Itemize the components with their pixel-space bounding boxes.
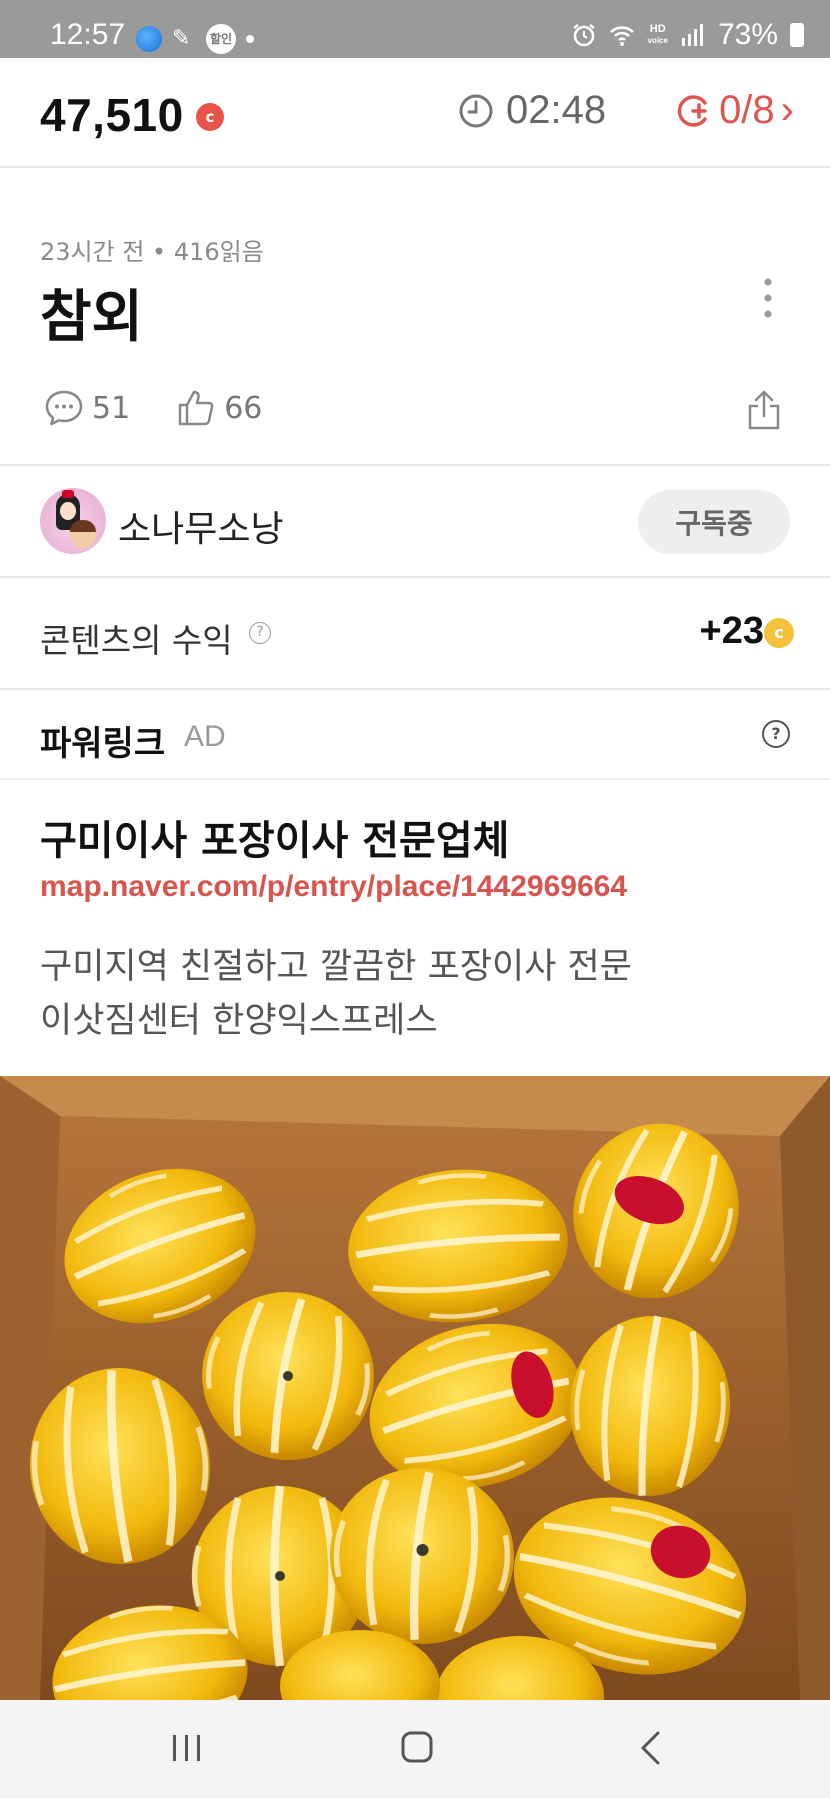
reward-counter[interactable]: 0/8 › (675, 88, 794, 133)
comment-icon (45, 390, 83, 426)
article-title: 참외 (40, 285, 144, 350)
coin-icon: c (196, 103, 224, 131)
article-stats: 51 66 (44, 388, 308, 428)
author-row: 소나무소낭 구독중 (0, 466, 830, 578)
help-icon[interactable]: ? (249, 622, 271, 644)
article-photo[interactable] (0, 1076, 830, 1700)
timer-value: 02:48 (506, 88, 607, 132)
status-bar: 12:57 ✎ 할인 HD voice 73% (0, 0, 830, 58)
battery-icon (790, 23, 804, 47)
coin-icon: c (764, 618, 794, 648)
status-time: 12:57 (50, 18, 126, 51)
globe-icon (136, 26, 162, 52)
back-icon[interactable] (638, 1730, 662, 1766)
comment-count: 51 (92, 390, 131, 426)
home-icon[interactable] (400, 1730, 434, 1764)
system-nav-bar (0, 1700, 830, 1798)
battery-percent: 73% (717, 18, 778, 51)
ad-title[interactable]: 구미이사 포장이사 전문업체 (40, 808, 509, 866)
thumbs-up-icon (178, 390, 214, 426)
like-count: 66 (224, 390, 263, 426)
powerlink-title: 파워링크 (40, 724, 166, 764)
status-right-icons: HD voice 73% (571, 18, 804, 52)
ad-label: AD (184, 720, 226, 753)
avatar[interactable] (40, 488, 106, 554)
author-name[interactable]: 소나무소낭 (118, 500, 284, 552)
points-total: 47,510 (40, 89, 184, 141)
chevron-right-icon: › (780, 88, 794, 132)
notification-dot-icon (246, 35, 254, 43)
subscribe-button[interactable]: 구독중 (638, 490, 790, 554)
help-icon[interactable]: ? (762, 720, 790, 748)
points-header: 47,510 c 02:48 0/8 › (0, 58, 830, 168)
article-meta: 23시간 전 • 416읽음 (40, 238, 264, 266)
wifi-icon (610, 26, 635, 46)
melons-photo-image (0, 1076, 830, 1700)
signal-icon (681, 24, 703, 46)
sale-badge-icon: 할인 (206, 24, 236, 54)
reading-timer: 02:48 (458, 88, 606, 133)
counter-value: 0/8 (719, 88, 775, 132)
ad-url[interactable]: map.naver.com/p/entry/place/1442969664 (40, 870, 627, 904)
feather-icon: ✎ (172, 26, 191, 51)
alarm-icon (573, 24, 596, 47)
content-earnings-row: 콘텐츠의 수익 ? +23 c (0, 578, 830, 690)
earnings-label: 콘텐츠의 수익 (40, 621, 233, 660)
earnings-value: +23 (699, 610, 764, 652)
recent-apps-icon[interactable] (170, 1732, 204, 1764)
ad-description[interactable]: 구미지역 친절하고 깔끔한 포장이사 전문 이삿짐센터 한양익스프레스 (40, 940, 780, 1048)
powerlink-header: 파워링크 AD ? (0, 690, 830, 780)
coin-plus-icon (677, 94, 707, 127)
share-icon[interactable] (744, 388, 784, 432)
like-button[interactable]: 66 (176, 388, 262, 428)
more-vertical-icon[interactable] (762, 276, 774, 320)
hd-voice-icon: HD voice (647, 23, 668, 46)
clock-icon (459, 94, 493, 127)
status-left-icons: ✎ 할인 (136, 24, 254, 54)
comment-button[interactable]: 51 (44, 388, 130, 428)
